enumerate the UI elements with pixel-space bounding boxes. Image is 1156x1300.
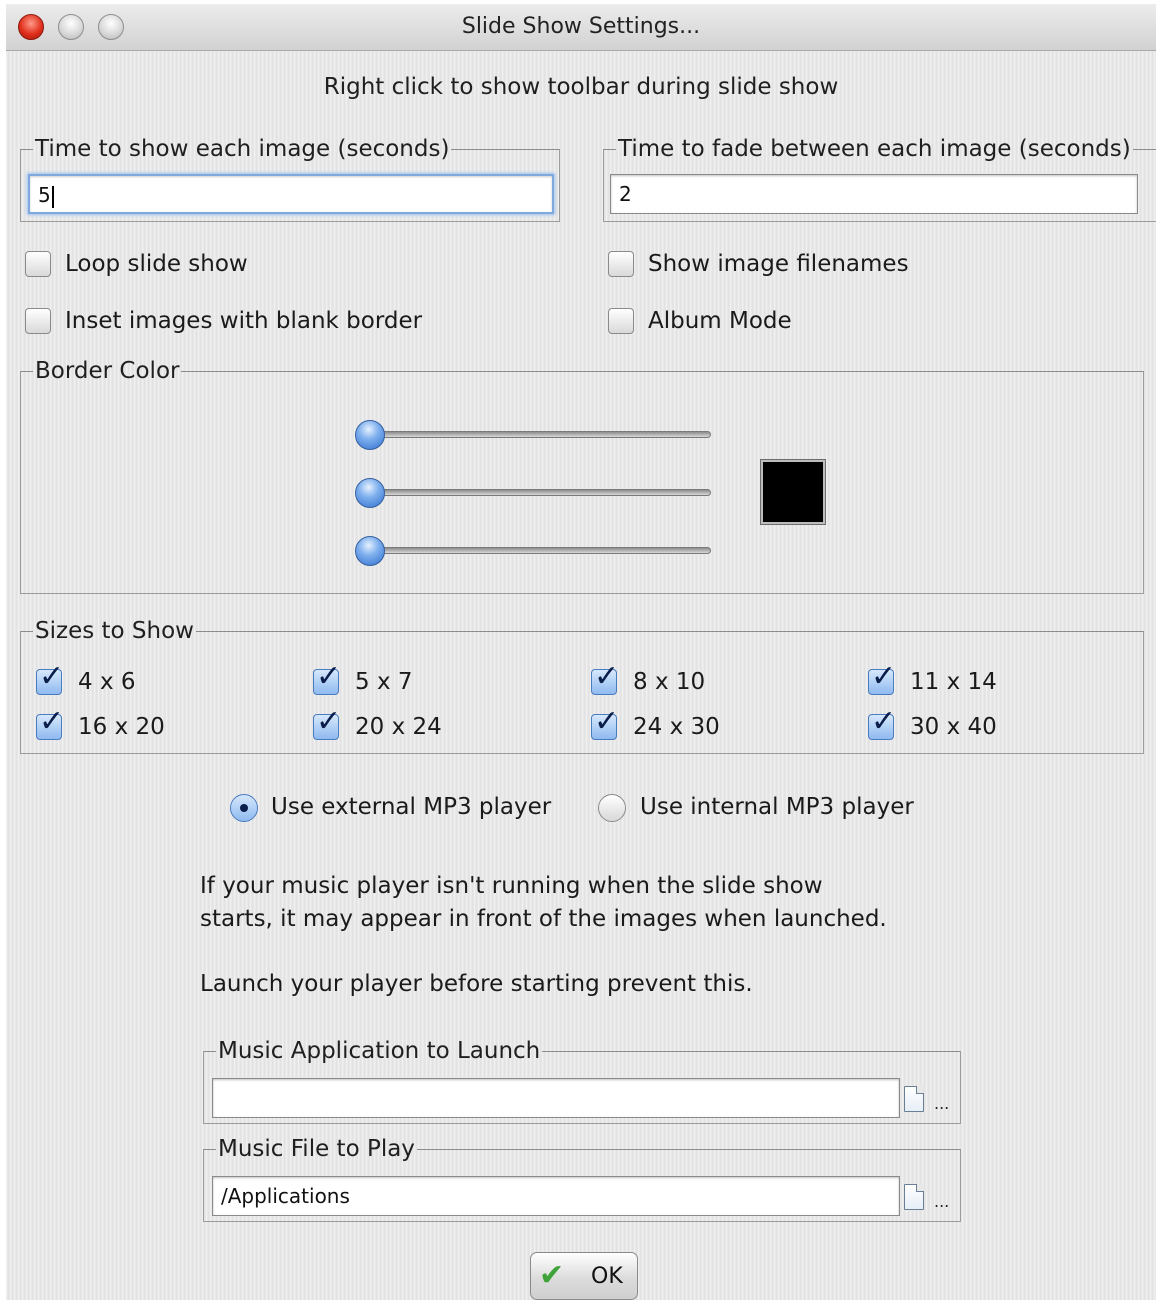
loop-checkbox[interactable] <box>25 251 51 277</box>
size-label[interactable]: 30 x 40 <box>910 712 997 742</box>
info-line-3: Launch your player before starting preve… <box>200 971 753 997</box>
text-caret <box>51 185 54 208</box>
blue-slider-knob[interactable] <box>355 536 385 566</box>
inset-checkbox[interactable] <box>25 308 51 334</box>
title-bar[interactable]: Slide Show Settings... <box>6 4 1156 51</box>
external-player-label[interactable]: Use external MP3 player <box>271 792 551 822</box>
checkmark-icon: ✓ <box>39 659 65 694</box>
size-checkbox[interactable]: ✓ <box>313 662 341 695</box>
checkmark-icon: ✓ <box>594 704 620 739</box>
external-player-radio[interactable] <box>230 794 258 822</box>
sizes-legend: Sizes to Show <box>35 618 194 644</box>
size-label[interactable]: 5 x 7 <box>355 667 413 697</box>
internal-player-label[interactable]: Use internal MP3 player <box>640 792 914 822</box>
filenames-checkbox[interactable] <box>608 251 634 277</box>
size-label[interactable]: 16 x 20 <box>78 712 165 742</box>
checkmark-icon: ✔ <box>539 1258 565 1293</box>
size-checkbox[interactable]: ✓ <box>313 707 341 740</box>
show-time-value: 5 <box>38 183 51 207</box>
fade-time-input[interactable]: 2 <box>610 174 1138 214</box>
checkmark-icon: ✓ <box>594 659 620 694</box>
music-app-legend: Music Application to Launch <box>218 1038 541 1064</box>
size-checkbox[interactable]: ✓ <box>36 662 64 695</box>
music-file-value: /Applications <box>221 1184 350 1208</box>
show-time-legend: Time to show each image (seconds) <box>35 136 450 162</box>
border-color-swatch <box>760 459 826 525</box>
toolbar-hint: Right click to show toolbar during slide… <box>323 74 839 100</box>
size-label[interactable]: 4 x 6 <box>78 667 136 697</box>
radio-dot <box>240 804 248 812</box>
red-slider-track[interactable] <box>366 431 711 438</box>
document-icon[interactable] <box>904 1086 924 1112</box>
fade-time-value: 2 <box>619 182 632 206</box>
size-label[interactable]: 24 x 30 <box>633 712 720 742</box>
inset-label[interactable]: Inset images with blank border <box>65 306 422 336</box>
border-color-legend: Border Color <box>35 358 180 384</box>
music-file-browse[interactable]: ... <box>934 1192 949 1211</box>
fade-time-legend: Time to fade between each image (seconds… <box>618 136 1131 162</box>
size-checkbox[interactable]: ✓ <box>591 662 619 695</box>
window-title: Slide Show Settings... <box>461 14 701 39</box>
settings-window: Slide Show Settings... Right click to sh… <box>6 4 1156 1300</box>
ok-button[interactable]: ✔ OK <box>530 1252 638 1300</box>
checkmark-icon: ✓ <box>871 659 897 694</box>
loop-label[interactable]: Loop slide show <box>65 249 248 279</box>
music-app-input[interactable] <box>212 1078 900 1118</box>
green-slider-knob[interactable] <box>355 478 385 508</box>
filenames-label[interactable]: Show image filenames <box>648 249 909 279</box>
checkmark-icon: ✓ <box>316 659 342 694</box>
internal-player-radio[interactable] <box>598 794 626 822</box>
size-checkbox[interactable]: ✓ <box>868 662 896 695</box>
size-label[interactable]: 8 x 10 <box>633 667 705 697</box>
info-line-1: If your music player isn't running when … <box>200 873 823 899</box>
checkmark-icon: ✓ <box>39 704 65 739</box>
size-checkbox[interactable]: ✓ <box>868 707 896 740</box>
size-checkbox[interactable]: ✓ <box>36 707 64 740</box>
album-label[interactable]: Album Mode <box>648 306 792 336</box>
album-checkbox[interactable] <box>608 308 634 334</box>
size-checkbox[interactable]: ✓ <box>591 707 619 740</box>
info-line-2: starts, it may appear in front of the im… <box>200 906 887 932</box>
show-time-input[interactable]: 5 <box>28 174 554 214</box>
size-label[interactable]: 20 x 24 <box>355 712 442 742</box>
border-color-group: Border Color <box>20 358 1144 594</box>
music-file-legend: Music File to Play <box>218 1136 415 1162</box>
ok-button-label: OK <box>591 1264 623 1289</box>
red-slider-knob[interactable] <box>355 420 385 450</box>
document-icon[interactable] <box>904 1184 924 1210</box>
blue-slider-track[interactable] <box>366 547 711 554</box>
checkmark-icon: ✓ <box>316 704 342 739</box>
music-app-browse[interactable]: ... <box>934 1094 949 1113</box>
checkmark-icon: ✓ <box>871 704 897 739</box>
size-label[interactable]: 11 x 14 <box>910 667 997 697</box>
green-slider-track[interactable] <box>366 489 711 496</box>
music-file-input[interactable]: /Applications <box>212 1176 900 1216</box>
